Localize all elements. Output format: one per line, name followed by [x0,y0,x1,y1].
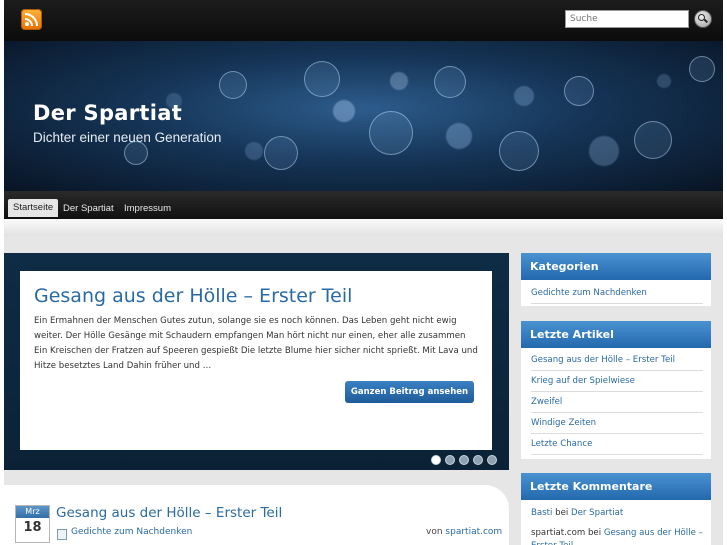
slider-dot-4[interactable] [473,455,483,465]
recent-comment-item: Basti bei Der Spartiat [531,507,703,520]
slider-dot-1[interactable] [431,455,441,465]
slider-dot-2[interactable] [445,455,455,465]
widget-title-categories: Kategorien [521,253,711,280]
widget-categories: Kategorien Gedichte zum Nachdenken [521,253,711,306]
search-button[interactable] [694,10,712,28]
comment-connector: bei [555,508,569,518]
comment-connector: bei [587,528,602,538]
header-banner: Der Spartiat Dichter einer neuen Generat… [4,41,723,191]
page-frame: Der Spartiat Dichter einer neuen Generat… [4,0,723,545]
post-author: von spartiat.com [426,527,502,537]
recent-post-item[interactable]: Krieg auf der Spielwiese [531,371,703,392]
post-title[interactable]: Gesang aus der Hölle – Erster Teil [56,505,282,521]
recent-post-item[interactable]: Gesang aus der Hölle – Erster Teil [531,350,703,371]
author-prefix: von [426,527,443,537]
slider-dot-3[interactable] [459,455,469,465]
widget-title-recent-posts: Letzte Artikel [521,321,711,348]
comment-post-link[interactable]: Der Spartiat [571,508,623,518]
post-entry: Mrz 18 Gesang aus der Hölle – Erster Tei… [4,485,509,545]
recent-post-item[interactable]: Windige Zeiten [531,413,703,434]
slide-title[interactable]: Gesang aus der Hölle – Erster Teil [34,285,352,307]
site-title[interactable]: Der Spartiat [33,101,182,125]
comment-author-link[interactable]: Basti [531,508,552,518]
category-folder-icon [57,529,67,540]
rss-feed-icon[interactable] [21,9,42,30]
widget-recent-comments: Letzte Kommentare Basti bei Der Spartiat… [521,473,711,545]
recent-post-item[interactable]: Zweifel [531,392,703,413]
main-nav: Startseite Der Spartiat Impressum [4,191,723,219]
nav-underline-strip [4,219,723,236]
post-author-link[interactable]: spartiat.com [445,527,502,537]
widget-title-recent-comments: Letzte Kommentare [521,473,711,500]
comment-author-text: spartiat.com [531,528,586,538]
nav-item-impressum[interactable]: Impressum [124,200,171,218]
slider-dot-5[interactable] [487,455,497,465]
top-bar [4,0,723,41]
category-item[interactable]: Gedichte zum Nachdenken [531,283,703,304]
view-full-post-button[interactable]: Ganzen Beitrag ansehen [345,381,474,403]
recent-comment-item: spartiat.com bei Gesang aus der Hölle – … [531,527,703,545]
site-description: Dichter einer neuen Generation [33,130,222,145]
featured-slider: Gesang aus der Hölle – Erster Teil Ein E… [4,253,509,470]
widget-recent-posts: Letzte Artikel Gesang aus der Hölle – Er… [521,321,711,459]
slide-excerpt: Ein Ermahnen der Menschen Gutes zutun, s… [34,316,478,371]
post-date-calendar: Mrz 18 [15,505,50,543]
post-category-link[interactable]: Gedichte zum Nachdenken [71,527,192,537]
nav-item-der-spartiat[interactable]: Der Spartiat [63,200,114,218]
recent-post-item[interactable]: Letzte Chance [531,434,703,455]
post-date-month: Mrz [16,506,49,518]
slide-card: Gesang aus der Hölle – Erster Teil Ein E… [20,271,492,450]
search-input[interactable] [565,10,689,28]
nav-item-startseite[interactable]: Startseite [8,199,59,217]
post-date-day: 18 [23,520,42,535]
